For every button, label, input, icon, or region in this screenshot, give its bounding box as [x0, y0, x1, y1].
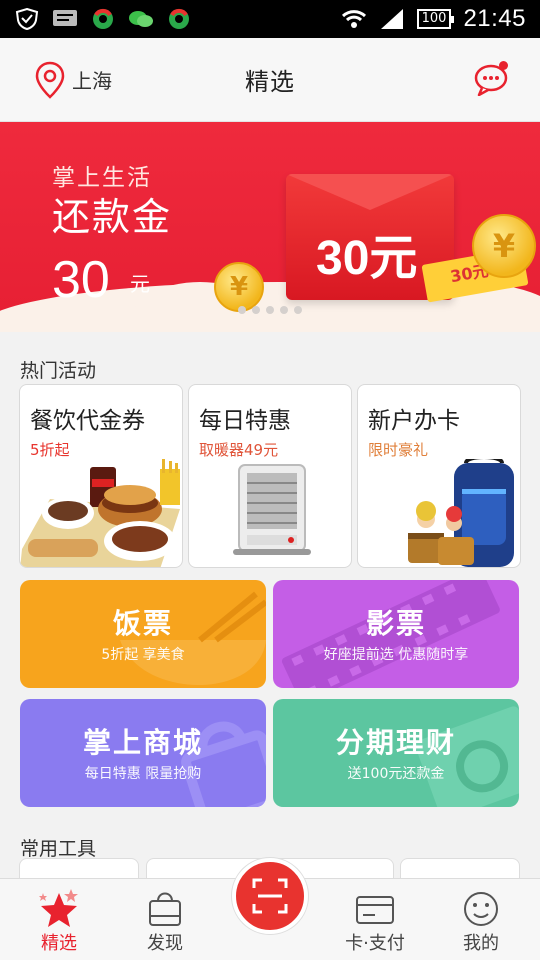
- location-pin-icon: [35, 61, 65, 99]
- tile-meal-ticket[interactable]: 饭票 5折起 享美食: [20, 580, 266, 688]
- tile-finance[interactable]: 分期理财 送100元还款金: [273, 699, 519, 807]
- shield-icon: [15, 8, 39, 30]
- nav-label: 精选: [41, 933, 77, 954]
- nav-item-featured[interactable]: 精选: [14, 889, 104, 955]
- nav-label: 发现: [147, 933, 183, 954]
- carousel-dot[interactable]: [294, 306, 302, 314]
- battery-icon: 100: [416, 9, 455, 29]
- wifi-icon: [341, 10, 366, 28]
- tile-title: 掌上商城: [82, 726, 203, 759]
- tile-subtitle: 5折起 享美食: [101, 647, 185, 663]
- tile-title: 影票: [365, 607, 426, 640]
- unread-dot: [499, 60, 508, 70]
- tile-subtitle: 送100元还款金: [347, 766, 445, 782]
- scan-icon: [252, 878, 288, 914]
- envelope-text: 30元: [316, 232, 418, 285]
- coin-icon: ¥: [472, 214, 536, 278]
- activity-card-title: 餐饮代金券: [30, 408, 145, 434]
- status-bar: 100 21:45: [0, 0, 540, 38]
- banner-headline: 还款金: [52, 195, 173, 239]
- nav-item-mine[interactable]: 我的: [436, 889, 526, 955]
- carousel-dot[interactable]: [238, 306, 246, 314]
- signal-icon: [380, 9, 403, 29]
- carousel-dot[interactable]: [252, 306, 260, 314]
- activity-card-subtitle: 限时豪礼: [368, 441, 429, 459]
- nav-label: 我的: [463, 933, 499, 954]
- nav-item-discover[interactable]: 发现: [120, 889, 210, 955]
- page-title: 精选: [245, 68, 295, 96]
- clock: 21:45: [463, 5, 526, 32]
- card-icon: [356, 896, 394, 924]
- promo-banner[interactable]: 掌上生活 还款金 30 元 ¥ 30元 30元 ¥: [0, 122, 540, 332]
- location-label: 上海: [72, 69, 112, 93]
- banner-amount: 30: [52, 251, 110, 309]
- location-selector[interactable]: 上海: [0, 61, 180, 99]
- top-header: 上海 精选: [0, 38, 540, 122]
- message-icon: [53, 10, 77, 26]
- bag-icon: [149, 892, 181, 926]
- activity-card-food-voucher[interactable]: 餐饮代金券 5折起: [19, 384, 183, 568]
- carousel-dots[interactable]: [0, 306, 540, 314]
- heater-image: [233, 464, 311, 555]
- nav-label: 卡·支付: [345, 933, 405, 954]
- activity-card-title: 新户办卡: [368, 408, 460, 434]
- app-icon: [169, 8, 189, 29]
- star-icon: [39, 889, 78, 927]
- scan-button[interactable]: [232, 858, 308, 934]
- section-label-hot: 热门活动: [20, 360, 97, 382]
- section-label-tools: 常用工具: [20, 838, 97, 860]
- activity-card-daily-deal[interactable]: 每日特惠 取暖器49元: [188, 384, 352, 568]
- wechat-icon: [129, 11, 153, 27]
- tile-title: 饭票: [112, 607, 173, 640]
- tile-title: 分期理财: [335, 726, 456, 759]
- tile-mall[interactable]: 掌上商城 每日特惠 限量抢购: [20, 699, 266, 807]
- messages-button[interactable]: [360, 60, 540, 96]
- activity-card-subtitle: 5折起: [30, 441, 70, 459]
- tile-movie-ticket[interactable]: 影票 好座提前选 优惠随时享: [273, 580, 519, 688]
- nav-item-card-pay[interactable]: 卡·支付: [330, 889, 420, 955]
- tile-subtitle: 好座提前选 优惠随时享: [323, 647, 469, 663]
- banner-unit: 元: [130, 272, 150, 296]
- activity-card-title: 每日特惠: [199, 408, 291, 434]
- smile-icon: [464, 892, 498, 926]
- backpack-gift-image: [408, 459, 514, 567]
- activity-card-subtitle: 取暖器49元: [199, 441, 279, 459]
- tile-subtitle: 每日特惠 限量抢购: [84, 766, 202, 782]
- coin-icon: ¥: [214, 262, 264, 312]
- carousel-dot[interactable]: [266, 306, 274, 314]
- food-platter-image: [20, 459, 180, 567]
- app-icon: [93, 8, 113, 29]
- carousel-dot[interactable]: [280, 306, 288, 314]
- activity-card-new-card[interactable]: 新户办卡 限时豪礼: [357, 384, 521, 568]
